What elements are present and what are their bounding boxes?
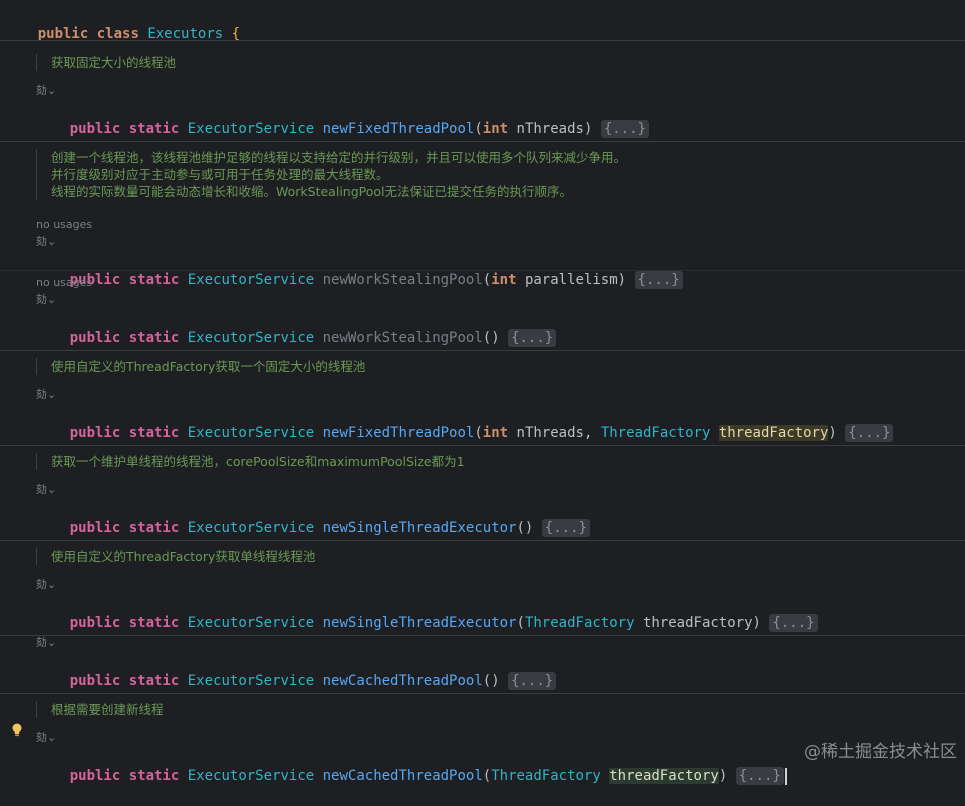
method-line-newFixedThreadPool[interactable]: public static ExecutorService newFixedTh…: [36, 99, 649, 138]
method-name[interactable]: newSingleThreadExecutor: [323, 520, 517, 536]
inlay-hint-icon[interactable]: 劾⌄: [36, 235, 56, 249]
param-type: int: [482, 425, 509, 441]
doc-text: 使用自定义的ThreadFactory获取单线程线程池: [51, 549, 316, 564]
separator: [0, 350, 965, 351]
fold-toggle[interactable]: {...}: [600, 120, 649, 138]
method-name[interactable]: newFixedThreadPool: [323, 121, 475, 137]
method-name[interactable]: newWorkStealingPool: [323, 272, 483, 288]
method-line-newFixedThreadPool-factory[interactable]: public static ExecutorService newFixedTh…: [36, 403, 894, 442]
method-line-newWorkStealingPool[interactable]: public static ExecutorService newWorkSte…: [36, 250, 683, 289]
usages-hint[interactable]: no usages: [36, 218, 92, 232]
param-type: int: [482, 121, 509, 137]
return-type[interactable]: ExecutorService: [188, 330, 314, 346]
class-declaration-line: public class Executors {: [4, 4, 240, 42]
method-name[interactable]: newCachedThreadPool: [323, 768, 483, 784]
javadoc-comment: 使用自定义的ThreadFactory获取一个固定大小的线程池: [36, 358, 365, 375]
keyword-public: public: [69, 121, 121, 137]
method-line-newWorkStealingPool-noargs[interactable]: public static ExecutorService newWorkSte…: [36, 308, 557, 347]
doc-text: 并行度级别对应于主动参与或可用于任务处理的最大线程数。: [51, 167, 389, 182]
inlay-hint-icon[interactable]: 劾⌄: [36, 483, 56, 497]
keyword-public: public: [69, 520, 121, 536]
fold-toggle[interactable]: {...}: [735, 767, 784, 785]
keyword-public: public: [69, 330, 121, 346]
fold-toggle[interactable]: {...}: [541, 519, 590, 537]
doc-text: 获取固定大小的线程池: [51, 55, 177, 70]
code-editor[interactable]: public class Executors { 获取固定大小的线程池 劾⌄ p…: [0, 0, 965, 785]
keyword-public: public: [69, 615, 121, 631]
param-type: int: [491, 272, 517, 288]
javadoc-comment: 获取固定大小的线程池: [36, 54, 176, 71]
doc-text: 获取一个维护单线程的线程池，corePoolSize和maximumPoolSi…: [51, 454, 465, 469]
watermark: @稀土掘金技术社区: [804, 742, 957, 762]
param-name-highlighted: threadFactory: [718, 425, 829, 441]
separator: [0, 540, 965, 541]
keyword-static: static: [128, 520, 180, 536]
fold-toggle[interactable]: {...}: [634, 271, 683, 289]
inlay-hint-icon[interactable]: 劾⌄: [36, 731, 56, 745]
javadoc-comment: 创建一个线程池，该线程池维护足够的线程以支持给定的并行级别，并且可以使用多个队列…: [36, 149, 626, 200]
return-type[interactable]: ExecutorService: [188, 615, 314, 631]
doc-text: 线程的实际数量可能会动态增长和收缩。WorkStealingPool无法保证已提…: [51, 184, 573, 199]
param-type[interactable]: ThreadFactory: [601, 425, 711, 441]
doc-text: 根据需要创建新线程: [51, 702, 164, 717]
doc-text: 创建一个线程池，该线程池维护足够的线程以支持给定的并行级别，并且可以使用多个队列…: [51, 150, 627, 165]
param-name: threadFactory: [642, 615, 753, 631]
keyword-public: public: [69, 673, 121, 689]
keyword-static: static: [128, 768, 180, 784]
method-line-newCachedThreadPool[interactable]: public static ExecutorService newCachedT…: [36, 651, 557, 690]
inlay-hint-icon[interactable]: 劾⌄: [36, 293, 56, 307]
separator: [0, 40, 965, 41]
method-name[interactable]: newFixedThreadPool: [323, 425, 475, 441]
javadoc-comment: 获取一个维护单线程的线程池，corePoolSize和maximumPoolSi…: [36, 453, 465, 470]
javadoc-comment: 使用自定义的ThreadFactory获取单线程线程池: [36, 548, 315, 565]
param-type[interactable]: ThreadFactory: [525, 615, 635, 631]
return-type[interactable]: ExecutorService: [188, 673, 314, 689]
keyword-static: static: [128, 330, 180, 346]
doc-text: 使用自定义的ThreadFactory获取一个固定大小的线程池: [51, 359, 366, 374]
keyword-static: static: [128, 272, 180, 288]
separator: [0, 693, 965, 694]
param-name: nThreads: [516, 425, 584, 441]
method-name[interactable]: newSingleThreadExecutor: [323, 615, 517, 631]
return-type[interactable]: ExecutorService: [188, 272, 314, 288]
param-name: parallelism: [524, 272, 618, 288]
separator: [0, 635, 965, 636]
param-type[interactable]: ThreadFactory: [491, 768, 601, 784]
return-type[interactable]: ExecutorService: [188, 520, 314, 536]
lightbulb-icon[interactable]: [11, 723, 23, 737]
keyword-static: static: [128, 673, 180, 689]
separator: [0, 141, 965, 142]
return-type[interactable]: ExecutorService: [188, 425, 314, 441]
method-name[interactable]: newWorkStealingPool: [323, 330, 483, 346]
return-type[interactable]: ExecutorService: [188, 768, 314, 784]
fold-toggle[interactable]: {...}: [845, 424, 894, 442]
keyword-static: static: [128, 425, 180, 441]
method-line-newSingleThreadExecutor-factory[interactable]: public static ExecutorService newSingleT…: [36, 593, 818, 632]
separator: [0, 445, 965, 446]
text-caret: [784, 767, 787, 785]
keyword-public: public: [69, 768, 121, 784]
inlay-hint-icon[interactable]: 劾⌄: [36, 388, 56, 402]
method-line-newCachedThreadPool-factory[interactable]: public static ExecutorService newCachedT…: [36, 746, 787, 785]
keyword-public: public: [69, 425, 121, 441]
inlay-hint-icon[interactable]: 劾⌄: [36, 636, 56, 650]
fold-toggle[interactable]: {...}: [508, 329, 557, 347]
usages-hint[interactable]: no usages: [36, 276, 92, 290]
param-name: nThreads: [516, 121, 584, 137]
param-name-highlighted: threadFactory: [609, 768, 719, 784]
return-type[interactable]: ExecutorService: [188, 121, 314, 137]
fold-toggle[interactable]: {...}: [508, 672, 557, 690]
keyword-static: static: [128, 615, 180, 631]
keyword-static: static: [128, 121, 180, 137]
fold-toggle[interactable]: {...}: [769, 614, 818, 632]
method-line-newSingleThreadExecutor[interactable]: public static ExecutorService newSingleT…: [36, 498, 590, 537]
javadoc-comment: 根据需要创建新线程: [36, 701, 164, 718]
separator: [0, 270, 965, 271]
inlay-hint-icon[interactable]: 劾⌄: [36, 578, 56, 592]
method-name[interactable]: newCachedThreadPool: [323, 673, 483, 689]
inlay-hint-icon[interactable]: 劾⌄: [36, 84, 56, 98]
